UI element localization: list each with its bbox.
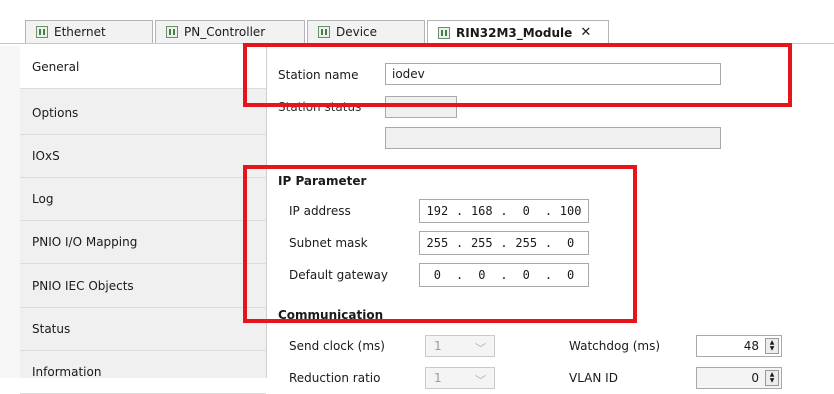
sidebar-item-ioxs[interactable]: IOxS xyxy=(20,135,266,178)
watchdog-input[interactable]: 48 ▲ ▼ xyxy=(696,335,782,357)
tab-ethernet[interactable]: Ethernet xyxy=(25,20,153,43)
sidebar-nav: General Options IOxS Log PNIO I/O Mappin… xyxy=(20,46,267,394)
send-clock-label: Send clock (ms) xyxy=(289,339,385,353)
tab-device[interactable]: Device xyxy=(307,20,425,43)
spinner-icon[interactable]: ▲ ▼ xyxy=(765,370,779,386)
close-icon[interactable]: ✕ xyxy=(580,25,591,40)
chevron-down-icon: ﹀ xyxy=(475,342,486,355)
sidebar-item-status[interactable]: Status xyxy=(20,308,266,351)
tab-rin32m3-module[interactable]: RIN32M3_Module ✕ xyxy=(427,20,609,44)
tab-label: Device xyxy=(336,25,378,39)
sidebar-item-general[interactable]: General xyxy=(20,46,266,89)
watchdog-label: Watchdog (ms) xyxy=(569,339,661,353)
send-clock-select[interactable]: 1 ﹀ xyxy=(425,335,495,357)
chevron-down-icon: ﹀ xyxy=(475,374,486,387)
vlan-id-label: VLAN ID xyxy=(569,371,618,385)
spinner-icon[interactable]: ▲ ▼ xyxy=(765,338,779,354)
sidebar-item-log[interactable]: Log xyxy=(20,178,266,221)
highlight-station-name xyxy=(243,43,792,107)
highlight-ip-parameter xyxy=(243,165,637,323)
network-icon xyxy=(166,26,178,38)
tab-label: PN_Controller xyxy=(184,25,266,39)
network-icon xyxy=(318,26,330,38)
status-text-field xyxy=(385,127,721,149)
network-icon xyxy=(438,26,450,39)
sidebar-item-pnio-iec-objects[interactable]: PNIO IEC Objects xyxy=(20,265,266,308)
tab-pn-controller[interactable]: PN_Controller xyxy=(155,20,305,43)
vlan-id-input[interactable]: 0 ▲ ▼ xyxy=(696,367,782,389)
tab-bar: Ethernet PN_Controller Device RIN32M3_Mo… xyxy=(0,0,834,44)
tab-label: RIN32M3_Module xyxy=(456,25,573,40)
reduction-ratio-label: Reduction ratio xyxy=(289,371,381,385)
tab-label: Ethernet xyxy=(54,25,106,39)
reduction-ratio-select[interactable]: 1 ﹀ xyxy=(425,367,495,389)
sidebar-item-information[interactable]: Information xyxy=(20,351,266,394)
sidebar-item-pnio-io-mapping[interactable]: PNIO I/O Mapping xyxy=(20,221,266,264)
left-gutter xyxy=(0,46,21,378)
sidebar-item-options[interactable]: Options xyxy=(20,92,266,135)
network-icon xyxy=(36,26,48,38)
